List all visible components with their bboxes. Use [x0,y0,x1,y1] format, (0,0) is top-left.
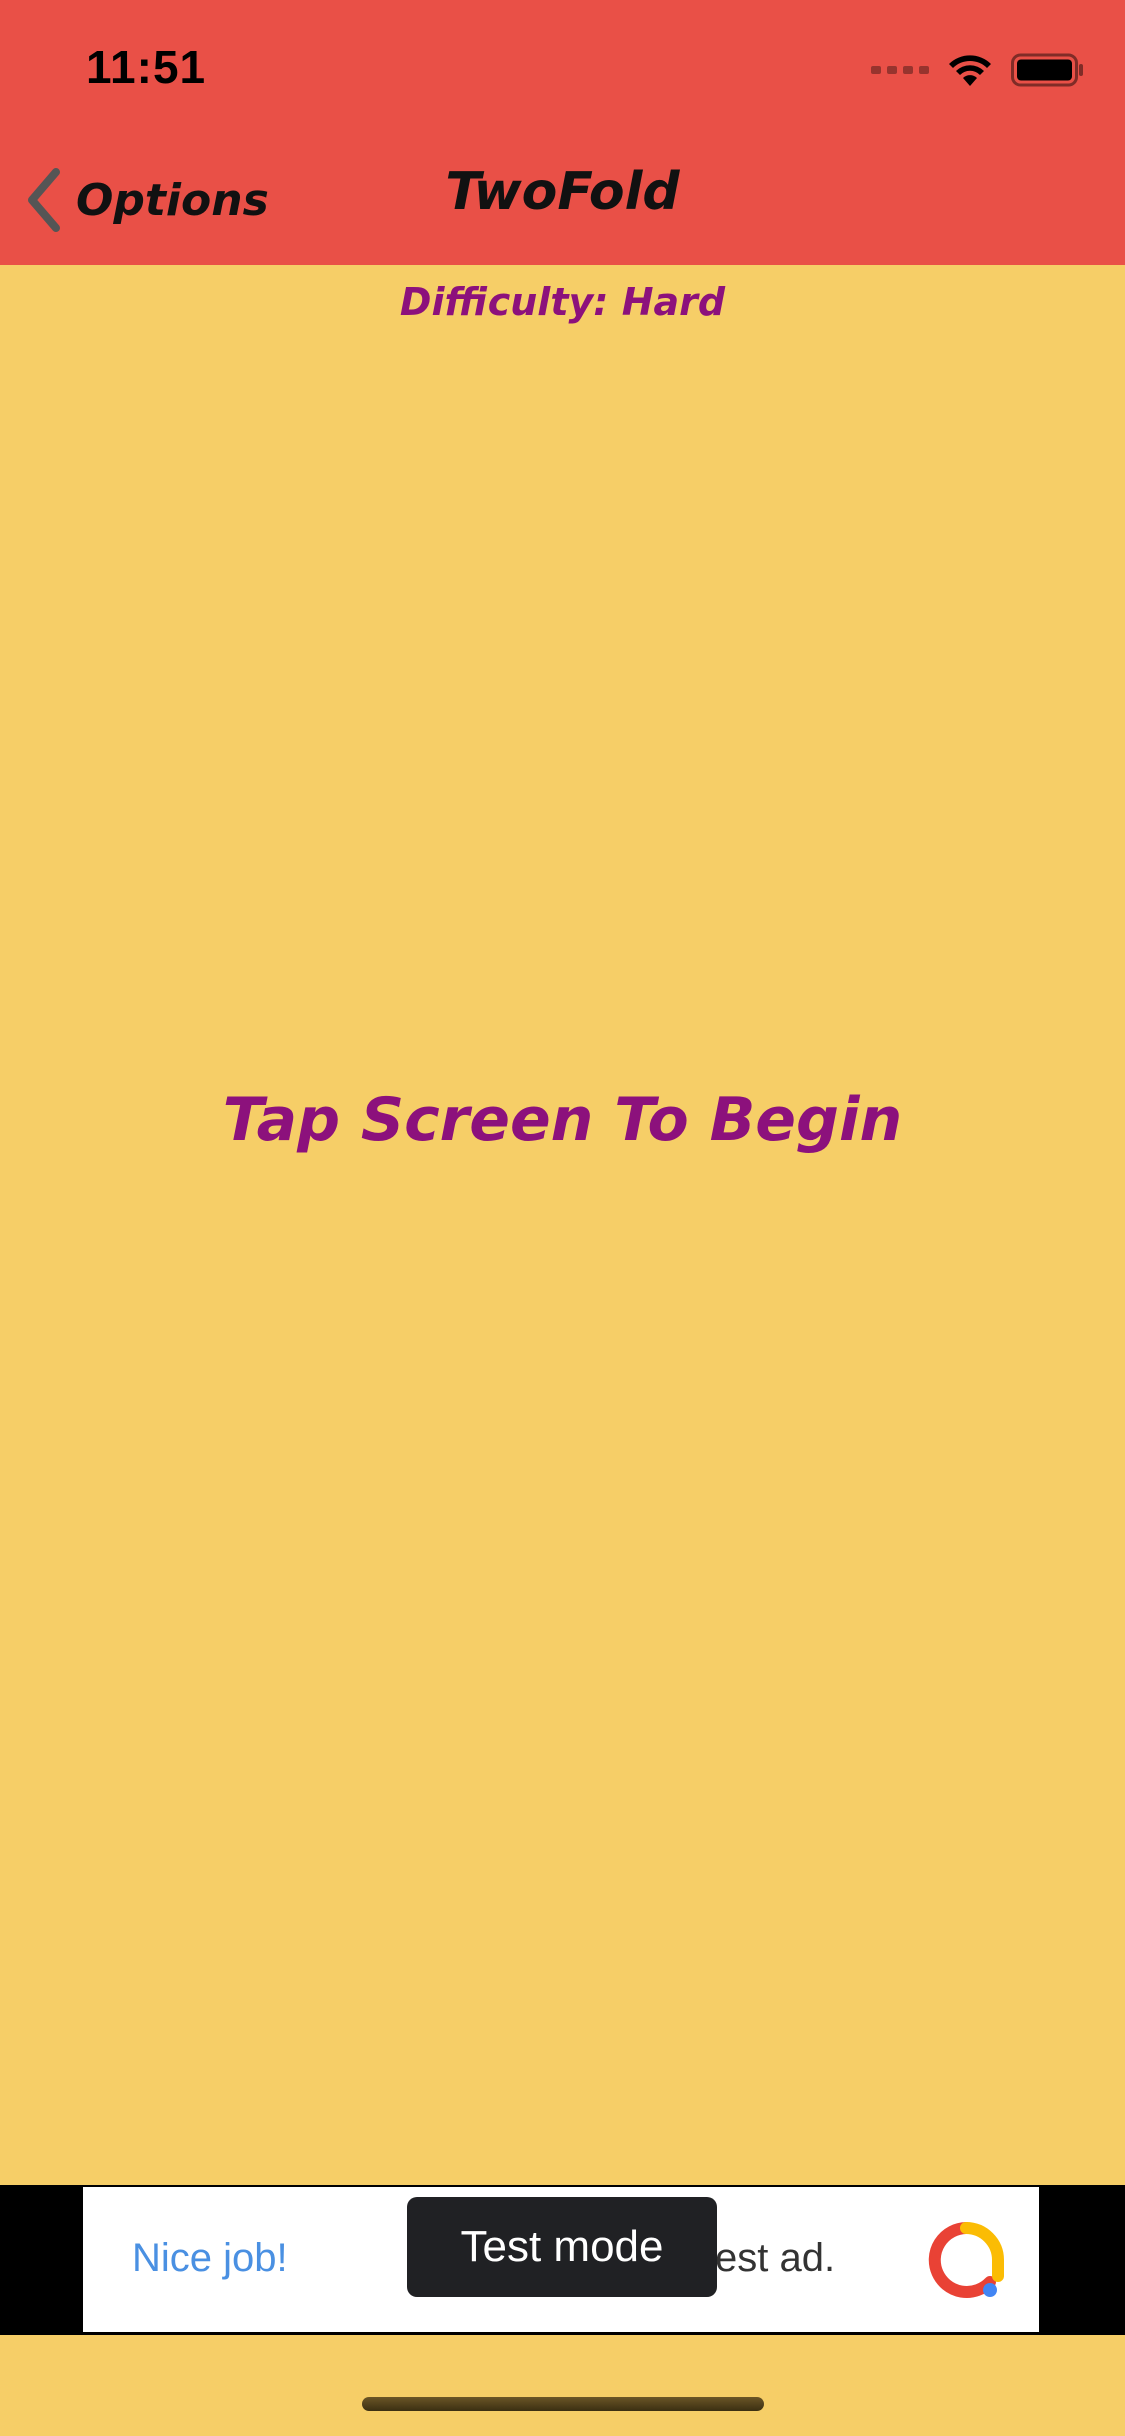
difficulty-label: Difficulty: Hard [399,280,726,324]
ad-body-text: est ad. [715,2236,836,2280]
cellular-signal-icon [871,66,929,74]
battery-icon [1011,53,1083,87]
nav-bar: 11:51 Options TwoFold [0,0,1125,265]
home-indicator[interactable] [362,2397,764,2411]
status-indicators [871,48,1085,92]
status-time: 11:51 [86,41,207,93]
ad-network-logo-icon [928,2222,1004,2298]
test-mode-badge: Test mode [407,2197,717,2297]
game-tap-area[interactable] [0,265,1125,2185]
ad-headline: Nice job! [132,2236,288,2280]
tap-to-begin-prompt: Tap Screen To Begin [222,1085,903,1155]
page-title: TwoFold [445,162,680,222]
wifi-icon [949,55,991,86]
